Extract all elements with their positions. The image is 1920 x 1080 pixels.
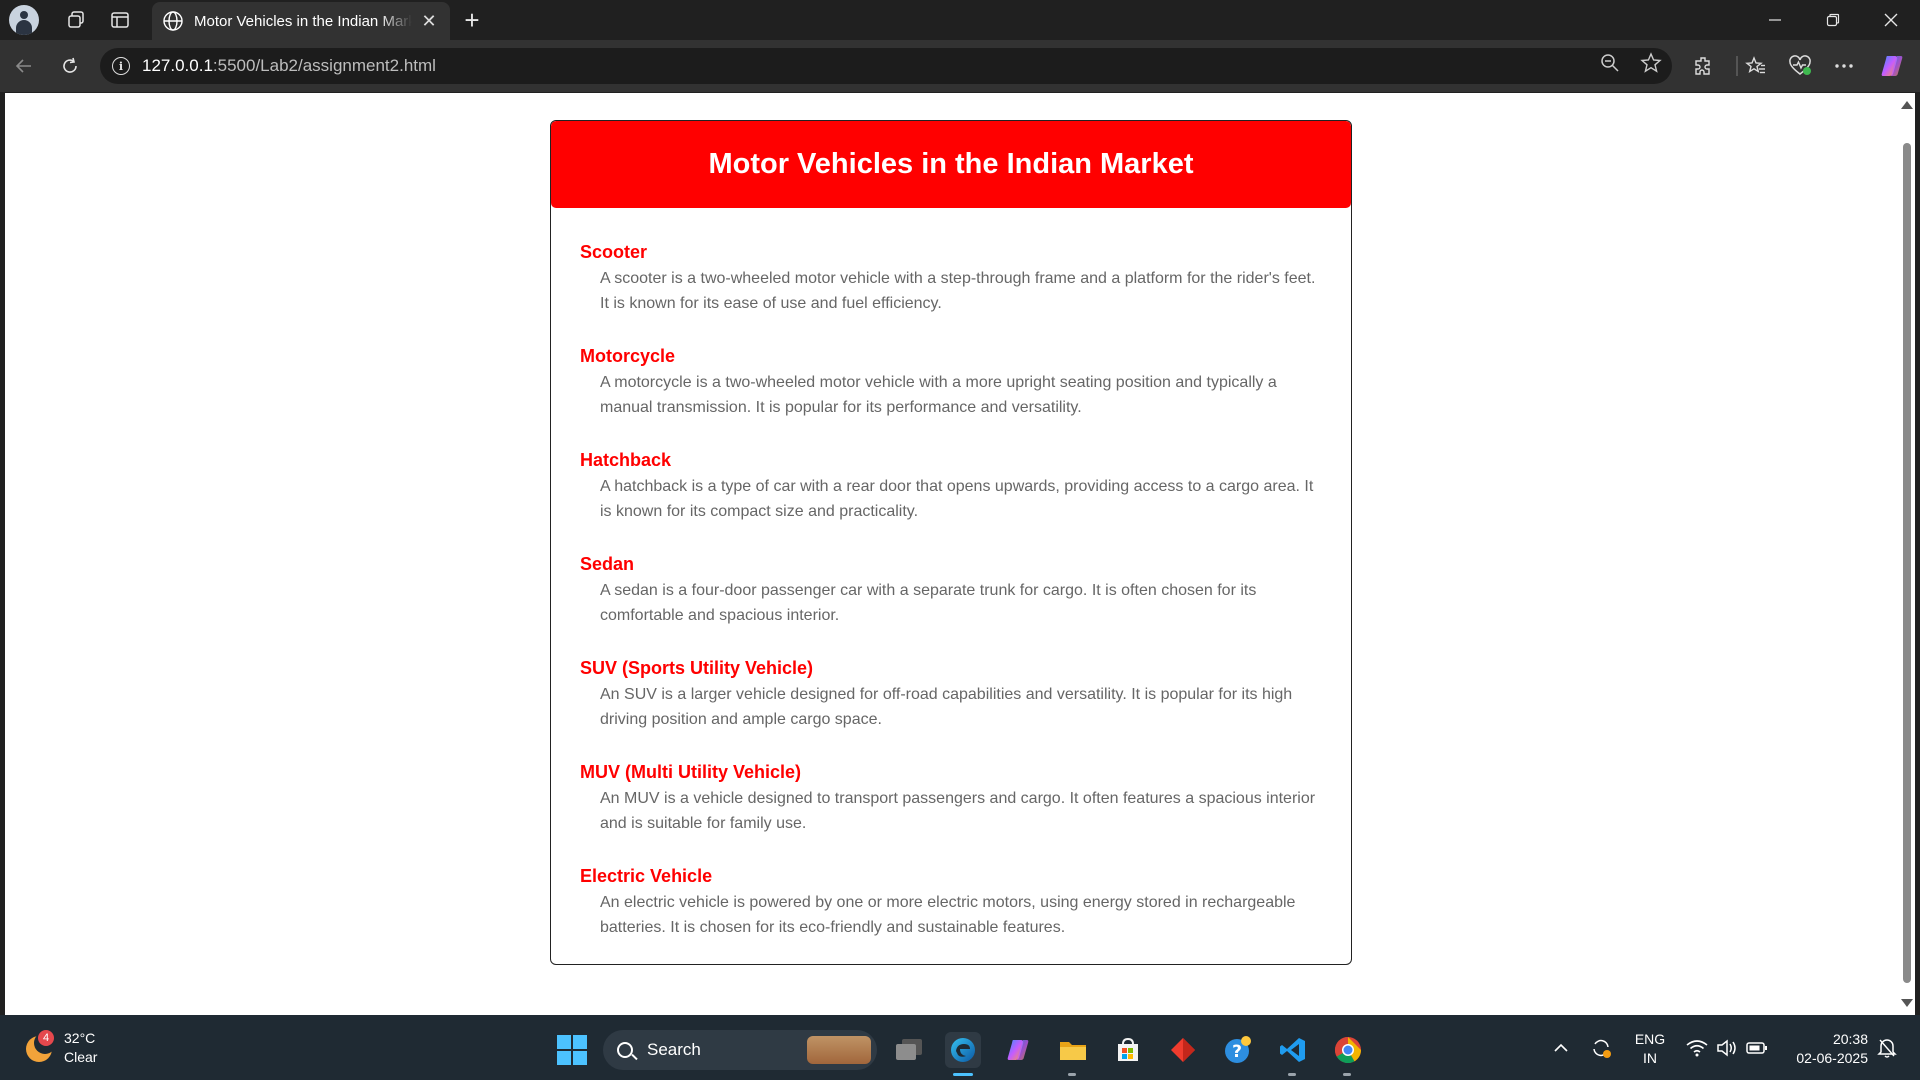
chrome-open-indicator [1343, 1073, 1351, 1076]
scroll-down-icon[interactable] [1901, 999, 1913, 1007]
close-window-icon[interactable] [1862, 0, 1920, 40]
item-description: A motorcycle is a two-wheeled motor vehi… [600, 374, 1277, 416]
edge-active-indicator [953, 1073, 973, 1076]
browser-essentials-icon[interactable] [1782, 48, 1818, 84]
favorites-icon[interactable] [1738, 48, 1774, 84]
item-description: A scooter is a two-wheeled motor vehicle… [600, 270, 1316, 312]
list-item: Motorcycle A motorcycle is a two-wheeled… [580, 344, 1323, 420]
notification-icon[interactable] [1877, 1015, 1897, 1080]
scrollbar-thumb[interactable] [1903, 143, 1911, 983]
item-description: An SUV is a larger vehicle designed for … [600, 686, 1293, 728]
tab-strip: Motor Vehicles in the Indian Market ✕ + [0, 0, 1920, 40]
vscode-icon[interactable] [1275, 1032, 1311, 1068]
minimize-icon[interactable] [1746, 0, 1804, 40]
list-item: MUV (Multi Utility Vehicle) An MUV is a … [580, 760, 1323, 836]
task-view-icon[interactable] [891, 1032, 927, 1068]
item-title: MUV (Multi Utility Vehicle) [580, 762, 802, 782]
git-icon[interactable] [1165, 1032, 1201, 1068]
moon-icon: 4 [24, 1030, 56, 1064]
globe-icon [163, 11, 183, 31]
url-host: 127.0.0.1 [142, 56, 213, 75]
vscode-open-indicator [1288, 1073, 1296, 1076]
battery-icon[interactable] [1746, 1015, 1768, 1080]
weather-widget[interactable]: 4 32°C Clear [24, 1029, 97, 1067]
item-title: Scooter [580, 242, 648, 262]
clock-time: 20:38 [1832, 1031, 1868, 1047]
language-code: ENG [1634, 1031, 1666, 1047]
item-description: A sedan is a four-door passenger car wit… [600, 582, 1257, 624]
list-item: Scooter A scooter is a two-wheeled motor… [580, 240, 1323, 316]
list-item: SUV (Sports Utility Vehicle) An SUV is a… [580, 656, 1323, 732]
taskbar-search[interactable]: Search [603, 1030, 877, 1070]
workspaces-icon[interactable] [56, 4, 96, 36]
wifi-icon[interactable] [1686, 1015, 1708, 1080]
chrome-icon[interactable] [1330, 1032, 1366, 1068]
tab-title: Motor Vehicles in the Indian Market [194, 12, 412, 30]
item-description: An electric vehicle is powered by one or… [600, 894, 1296, 936]
favorite-star-icon[interactable] [1640, 52, 1662, 80]
weather-temp: 32°C [64, 1030, 96, 1046]
search-icon [617, 1042, 633, 1058]
refresh-icon[interactable] [52, 48, 88, 84]
chevron-up-icon [1554, 1043, 1568, 1052]
input-language[interactable]: ENG IN [1628, 1030, 1672, 1068]
item-title: SUV (Sports Utility Vehicle) [580, 658, 814, 678]
address-bar[interactable]: i 127.0.0.1:5500/Lab2/assignment2.html [100, 48, 1672, 84]
extensions-icon[interactable] [1686, 48, 1722, 84]
weather-desc: Clear [64, 1049, 98, 1065]
page-viewport: Motor Vehicles in the Indian Market Scoo… [5, 93, 1898, 1015]
restore-icon[interactable] [1804, 0, 1862, 40]
site-info-icon[interactable]: i [112, 57, 130, 75]
page-title: Motor Vehicles in the Indian Market [551, 121, 1351, 208]
back-icon[interactable] [6, 48, 42, 84]
item-title: Sedan [580, 554, 635, 574]
item-description: An MUV is a vehicle designed to transpor… [600, 790, 1316, 832]
store-icon[interactable] [1110, 1032, 1146, 1068]
new-tab-button[interactable]: + [456, 4, 488, 36]
svg-text:?: ? [1232, 1042, 1242, 1062]
item-title: Electric Vehicle [580, 866, 713, 886]
vehicle-list: Scooter A scooter is a two-wheeled motor… [551, 208, 1351, 940]
zoom-icon[interactable] [1600, 53, 1620, 79]
clock-date: 02-06-2025 [1796, 1050, 1868, 1066]
list-item: Sedan A sedan is a four-door passenger c… [580, 552, 1323, 628]
system-clock[interactable]: 20:38 02-06-2025 [1778, 1030, 1868, 1068]
list-item: Hatchback A hatchback is a type of car w… [580, 448, 1323, 524]
profile-avatar[interactable] [9, 5, 39, 35]
edge-icon[interactable] [945, 1032, 981, 1068]
item-title: Hatchback [580, 450, 672, 470]
active-tab[interactable]: Motor Vehicles in the Indian Market ✕ [152, 2, 450, 40]
vertical-scrollbar[interactable] [1898, 93, 1915, 1015]
item-title: Motorcycle [580, 346, 676, 366]
list-item: Electric Vehicle An electric vehicle is … [580, 864, 1323, 940]
explorer-open-indicator [1068, 1073, 1076, 1076]
weather-badge: 4 [38, 1030, 54, 1046]
volume-icon[interactable] [1716, 1015, 1738, 1080]
start-icon[interactable] [557, 1035, 587, 1065]
region-code: IN [1643, 1050, 1657, 1066]
show-hidden-icons[interactable] [1553, 1015, 1569, 1080]
vertical-tabs-icon[interactable] [100, 4, 140, 36]
scroll-up-icon[interactable] [1901, 101, 1913, 109]
sync-icon[interactable] [1590, 1015, 1612, 1080]
item-description: A hatchback is a type of car with a rear… [600, 478, 1314, 520]
search-highlight-image [807, 1036, 871, 1064]
more-icon[interactable] [1826, 48, 1862, 84]
address-toolbar: i 127.0.0.1:5500/Lab2/assignment2.html [0, 40, 1920, 92]
search-label: Search [647, 1040, 701, 1059]
file-explorer-icon[interactable] [1055, 1032, 1091, 1068]
url-path: :5500/Lab2/assignment2.html [212, 56, 436, 75]
copilot-taskbar-icon[interactable] [1000, 1032, 1036, 1068]
copilot-icon[interactable] [1874, 48, 1910, 84]
help-icon[interactable]: ? [1220, 1032, 1256, 1068]
vehicle-card: Motor Vehicles in the Indian Market Scoo… [550, 120, 1352, 965]
tab-close-icon[interactable]: ✕ [418, 10, 440, 32]
